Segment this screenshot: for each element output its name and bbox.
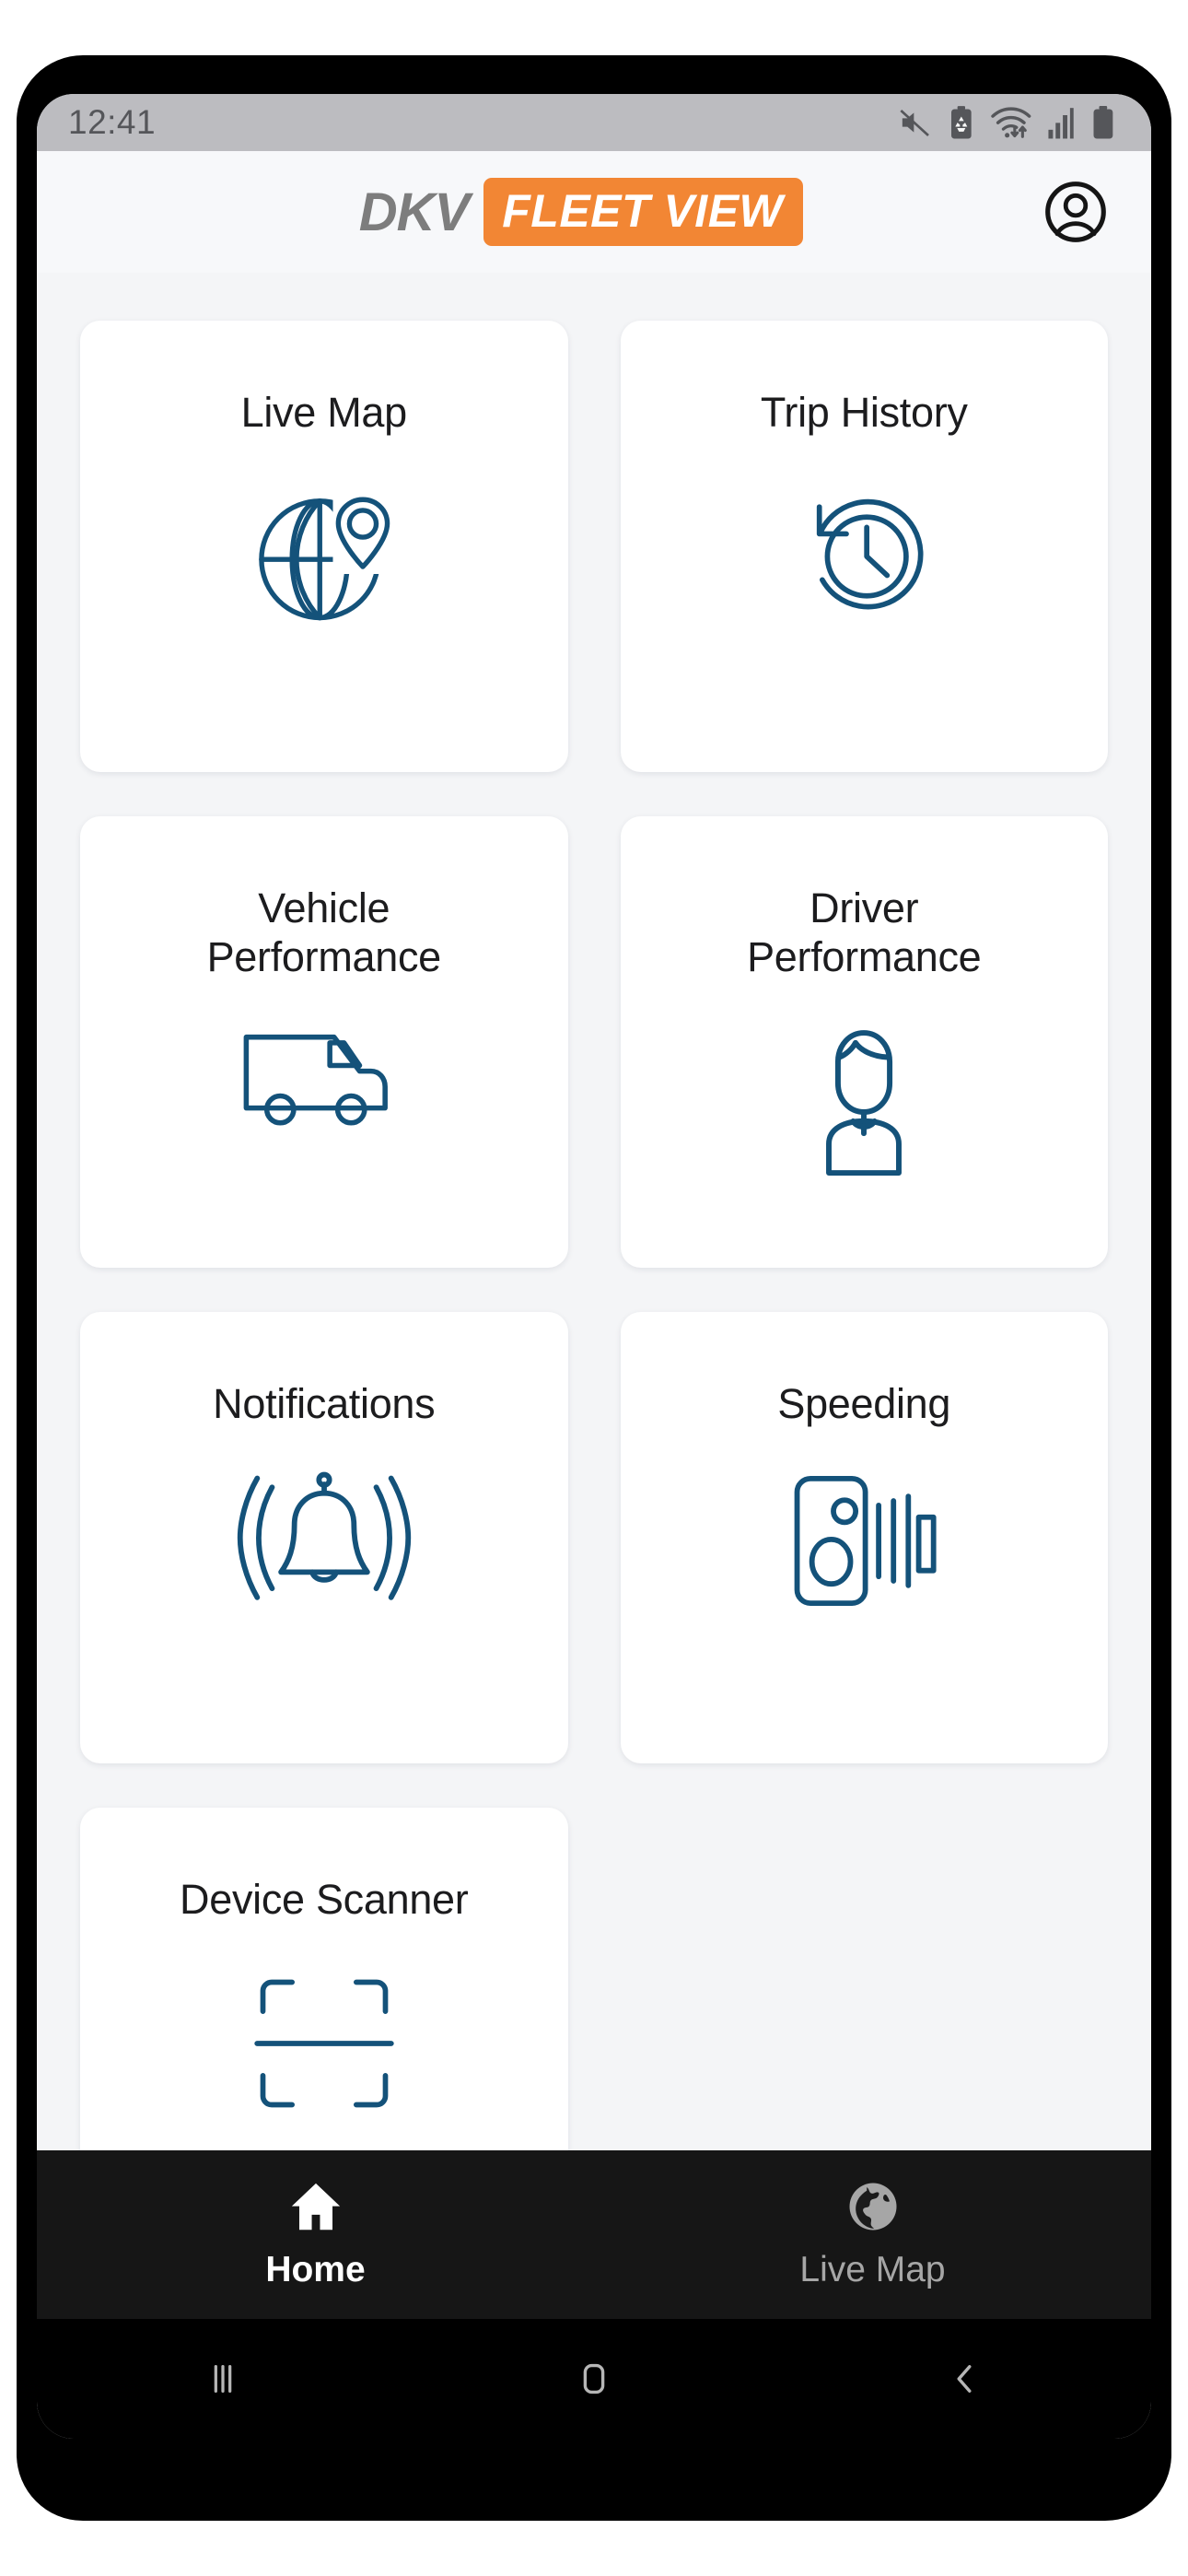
tab-home[interactable]: Home: [37, 2176, 594, 2290]
tile-speeding[interactable]: Speeding: [620, 1312, 1108, 1763]
tile-label: Speeding: [777, 1380, 951, 1427]
tile-label: Device Scanner: [180, 1876, 469, 1923]
tab-label: Home: [265, 2250, 366, 2289]
cellular-signal-icon: [1046, 104, 1077, 141]
app-header: DKV FLEET VIEW: [37, 151, 1151, 273]
driver-person-icon: [795, 1007, 933, 1177]
speed-camera-icon: [776, 1460, 951, 1622]
profile-account-button[interactable]: [1042, 179, 1109, 245]
android-system-nav: [37, 2319, 1151, 2439]
tile-label-line2: Performance: [747, 932, 982, 980]
tile-notifications[interactable]: Notifications: [80, 1312, 568, 1763]
tile-live-map[interactable]: Live Map: [80, 321, 568, 772]
status-icons: [897, 104, 1116, 141]
bottom-tab-bar: Home Live Map: [37, 2150, 1151, 2319]
tile-label: Notifications: [213, 1380, 436, 1427]
recents-icon: [202, 2358, 244, 2400]
tile-label-line1: Driver: [809, 884, 919, 931]
scanner-icon: [237, 1956, 412, 2131]
brand-name-dkv: DKV: [358, 181, 470, 242]
wifi-icon: [989, 104, 1033, 141]
tile-label-line1: Vehicle: [258, 884, 390, 931]
home-icon: [287, 2176, 344, 2237]
home-square-icon: [572, 2357, 616, 2401]
van-icon: [232, 1007, 416, 1145]
account-circle-icon: [1045, 181, 1106, 242]
device-frame: 12:41 DKV FLEET VIEW Live Map Trip Histo…: [17, 55, 1171, 2521]
dashboard-tile-grid: Live Map Trip History Vehicle Performanc…: [80, 321, 1108, 2150]
tile-label: Live Map: [240, 389, 408, 436]
globe-pin-icon: [237, 469, 412, 644]
tile-label-line2: Performance: [206, 932, 442, 980]
battery-icon: [1090, 104, 1116, 141]
clock-history-icon: [776, 469, 951, 644]
tile-vehicle-performance[interactable]: Vehicle Performance: [80, 816, 568, 1268]
recent-apps-button[interactable]: [37, 2358, 408, 2400]
tab-label: Live Map: [799, 2250, 946, 2289]
tile-device-scanner[interactable]: Device Scanner: [80, 1808, 568, 2150]
mute-icon: [897, 104, 934, 141]
home-button[interactable]: [408, 2357, 779, 2401]
phone-screen: 12:41 DKV FLEET VIEW Live Map Trip Histo…: [37, 94, 1151, 2439]
status-time: 12:41: [68, 103, 157, 141]
back-chevron-icon: [943, 2357, 987, 2401]
brand-name-fleet-view: FLEET VIEW: [483, 178, 804, 246]
globe-icon: [845, 2176, 901, 2237]
tile-driver-performance[interactable]: Driver Performance: [620, 816, 1108, 1268]
tile-label: Vehicle Performance: [206, 884, 442, 981]
tile-label: Driver Performance: [747, 884, 982, 981]
status-bar: 12:41: [37, 94, 1151, 151]
tile-trip-history[interactable]: Trip History: [620, 321, 1108, 772]
back-button[interactable]: [780, 2357, 1151, 2401]
bell-ringing-icon: [227, 1460, 421, 1617]
battery-saver-icon: [947, 104, 976, 141]
tile-label: Trip History: [760, 389, 968, 436]
brand-logo: DKV FLEET VIEW: [358, 178, 804, 246]
tab-live-map[interactable]: Live Map: [594, 2176, 1151, 2290]
dashboard-scroll-area[interactable]: Live Map Trip History Vehicle Performanc…: [37, 273, 1151, 2150]
